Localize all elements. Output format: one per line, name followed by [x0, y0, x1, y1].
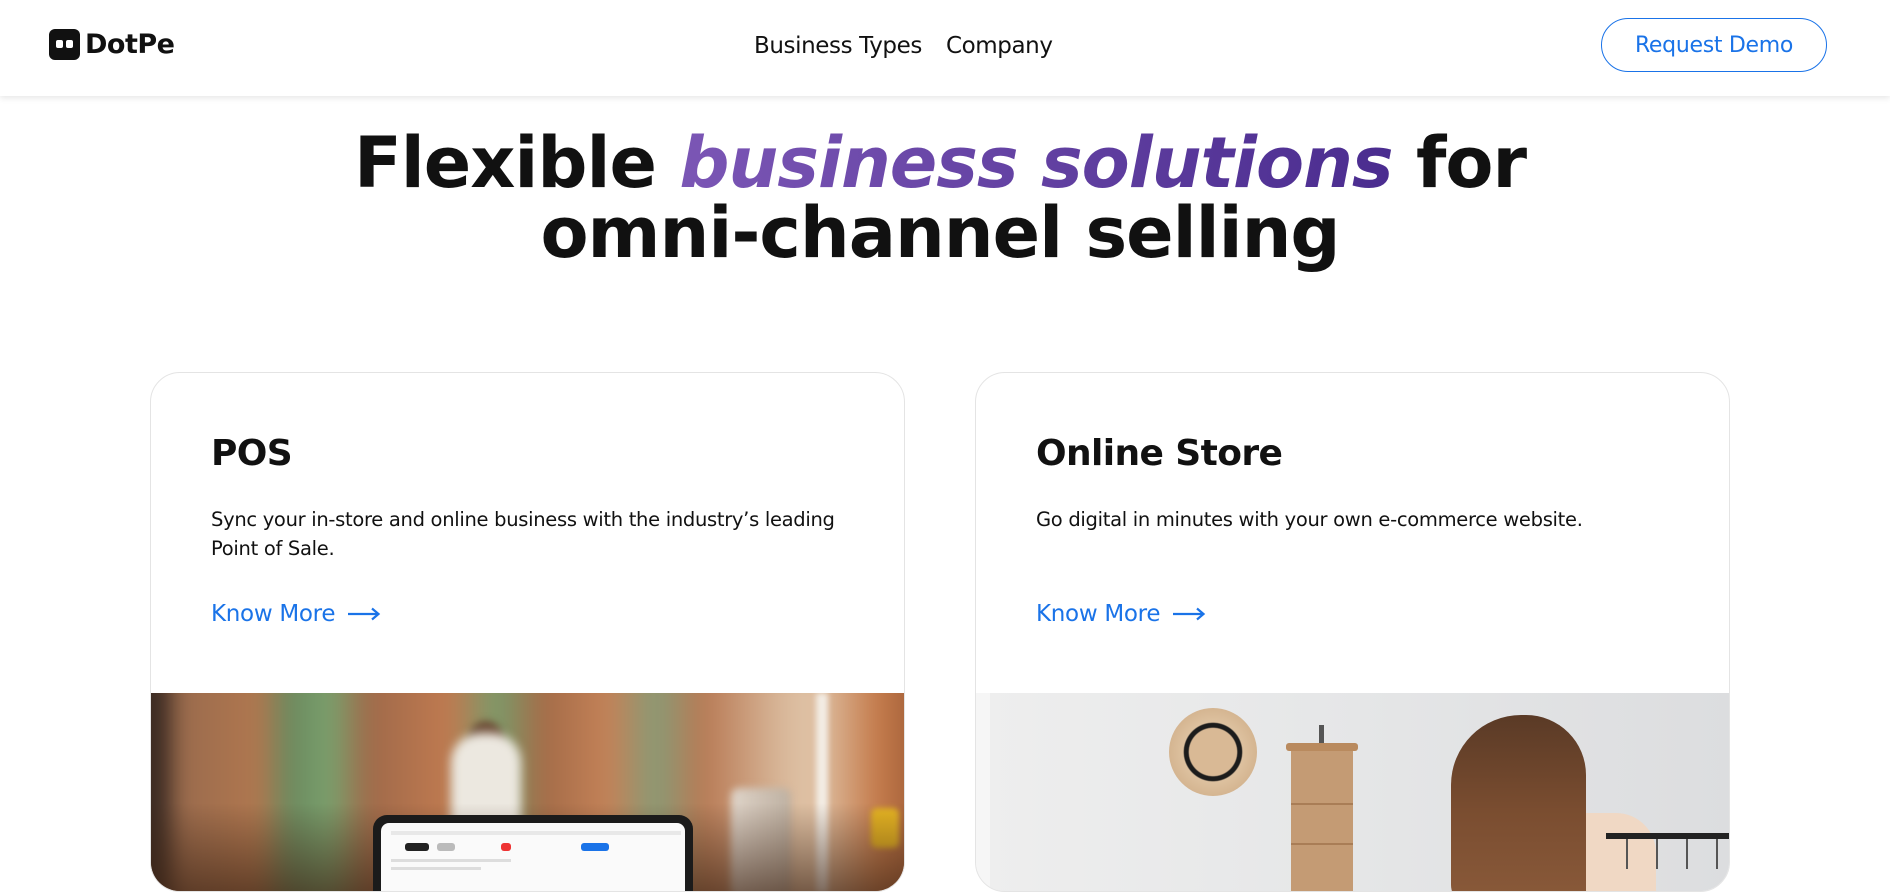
card-title: Online Store: [1036, 433, 1283, 474]
online-store-card: Online Store Go digital in minutes with …: [975, 372, 1730, 892]
hero-line2: omni-channel selling: [540, 192, 1340, 274]
request-demo-button[interactable]: Request Demo: [1601, 18, 1827, 72]
know-more-link[interactable]: Know More: [1036, 601, 1206, 627]
hero-heading: Flexible business solutions for omni-cha…: [0, 128, 1880, 268]
restaurant-pos-photo: [151, 693, 904, 891]
logo-icon: [49, 29, 80, 60]
card-description: Go digital in minutes with your own e-co…: [1036, 508, 1583, 531]
know-more-label: Know More: [1036, 601, 1161, 627]
know-more-link[interactable]: Know More: [211, 601, 381, 627]
card-title: POS: [211, 433, 293, 474]
arrow-right-icon: [348, 607, 381, 621]
site-header: DotPe Business Types Company Request Dem…: [0, 0, 1890, 96]
logo-text: DotPe: [85, 29, 175, 60]
card-description: Sync your in-store and online business w…: [211, 508, 835, 560]
main-nav: Business Types Company: [754, 33, 1053, 59]
nav-company[interactable]: Company: [946, 33, 1053, 59]
logo[interactable]: DotPe: [49, 29, 175, 60]
arrow-right-icon: [1173, 607, 1206, 621]
know-more-label: Know More: [211, 601, 336, 627]
pos-card: POS Sync your in-store and online busine…: [150, 372, 905, 892]
laptop-image: [373, 815, 693, 891]
online-store-photo: [976, 693, 1729, 891]
hero-line1-end: for: [1392, 122, 1527, 204]
nav-business-types[interactable]: Business Types: [754, 33, 922, 59]
